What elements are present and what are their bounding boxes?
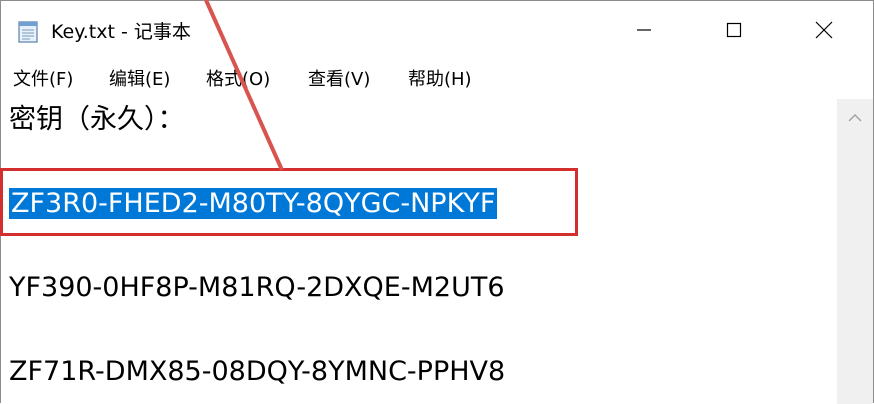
close-button[interactable]: [779, 1, 869, 63]
vertical-scrollbar[interactable]: [837, 99, 873, 404]
minimize-icon: [636, 22, 652, 42]
menu-help[interactable]: 帮助(H): [406, 67, 474, 93]
minimize-button[interactable]: [599, 1, 689, 63]
maximize-button[interactable]: [689, 1, 779, 63]
selected-text[interactable]: ZF3R0-FHED2-M80TY-8QYGC-NPKYF: [9, 188, 498, 219]
menu-edit[interactable]: 编辑(E): [107, 67, 172, 93]
menu-bar: 文件(F) 编辑(E) 格式(O) 查看(V) 帮助(H): [1, 63, 873, 99]
scroll-up-button[interactable]: [837, 105, 873, 129]
menu-format[interactable]: 格式(O): [204, 67, 272, 93]
notepad-window: Key.txt - 记事本 文件(F) 编辑(E) 格式(O) 查看(V) 帮助…: [0, 0, 874, 404]
notepad-icon: [15, 20, 41, 44]
text-line: 密钥（永久）：: [9, 104, 185, 135]
text-line: YF390-0HF8P-M81RQ-2DXQE-M2UT6: [9, 272, 505, 303]
text-editor[interactable]: 密钥（永久）： ZF3R0-FHED2-M80TY-8QYGC-NPKYF YF…: [1, 99, 837, 404]
text-line-selected: ZF3R0-FHED2-M80TY-8QYGC-NPKYF: [9, 184, 498, 224]
window-title: Key.txt - 记事本: [51, 21, 191, 43]
chevron-up-icon: [848, 108, 862, 127]
text-line: ZF71R-DMX85-08DQY-8YMNC-PPHV8: [9, 356, 506, 387]
maximize-icon: [726, 22, 742, 42]
menu-view[interactable]: 查看(V): [306, 67, 372, 93]
close-icon: [815, 21, 833, 43]
menu-file[interactable]: 文件(F): [11, 67, 75, 93]
title-bar[interactable]: Key.txt - 记事本: [1, 1, 873, 63]
